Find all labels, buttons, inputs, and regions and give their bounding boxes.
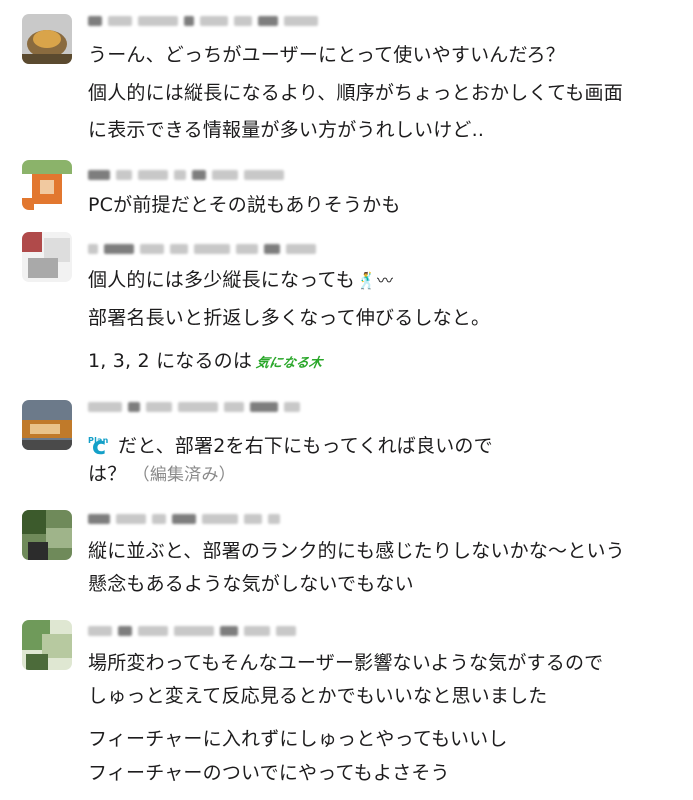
- message-text-part: は？: [88, 463, 127, 485]
- message-text-part: 個人的には多少縦長になっても: [88, 269, 355, 291]
- redacted-username: [88, 168, 284, 182]
- user-avatar[interactable]: [22, 160, 72, 210]
- message-text: Plan c だと、部署2を右下にもってくれば良いので: [88, 428, 493, 459]
- redacted-username: [88, 14, 318, 28]
- user-avatar[interactable]: [22, 400, 72, 450]
- message-text: 個人的には縦長になるより、順序がちょっとおかしくても画面: [88, 82, 623, 104]
- message-text: に表示できる情報量が多い方がうれしいけど..: [88, 119, 485, 141]
- user-avatar[interactable]: [22, 14, 72, 64]
- message-text: 縦に並ぶと、部署のランク的にも感じたりしないかな〜という: [88, 540, 625, 562]
- user-avatar[interactable]: [22, 232, 72, 282]
- message-text-part: 1, 3, 2 になるのは: [88, 350, 253, 372]
- message-text: 場所変わってもそんなユーザー影響ないような気がするので: [88, 652, 604, 674]
- message-text: しゅっと変えて反応見るとかでもいいなと思いました: [88, 685, 548, 707]
- message-text: 個人的には多少縦長になっても 🕺〰: [88, 267, 393, 294]
- message-text: は？ （編集済み）: [88, 461, 236, 488]
- message-text: PCが前提だとその説もありそうかも: [88, 194, 401, 216]
- redacted-username: [88, 242, 316, 256]
- redacted-username: [88, 512, 280, 526]
- plan-c-logo-icon: Plan c: [88, 432, 109, 460]
- message-text: 懸念もあるような気がしないでもない: [88, 573, 414, 595]
- redacted-username: [88, 624, 296, 638]
- dancing-emoji-icon: 🕺〰: [356, 271, 394, 290]
- message-text: フィーチャーのついでにやってもよさそう: [88, 762, 450, 784]
- message-text: 1, 3, 2 になるのは 気になる木: [88, 348, 324, 377]
- message-text: フィーチャーに入れずにしゅっとやってもいいし: [88, 728, 508, 750]
- message-text-part: だと、部署2を右下にもってくれば良いので: [118, 435, 493, 457]
- message-text: うーん、どっちがユーザーにとって使いやすいんだろ？: [88, 44, 565, 66]
- redacted-username: [88, 400, 300, 414]
- kininaruki-emoji-icon: 気になる木: [254, 356, 324, 371]
- message-text: 部署名長いと折返し多くなって伸びるしなと。: [88, 307, 491, 329]
- user-avatar[interactable]: [22, 510, 72, 560]
- edited-label: （編集済み）: [132, 465, 236, 485]
- user-avatar[interactable]: [22, 620, 72, 670]
